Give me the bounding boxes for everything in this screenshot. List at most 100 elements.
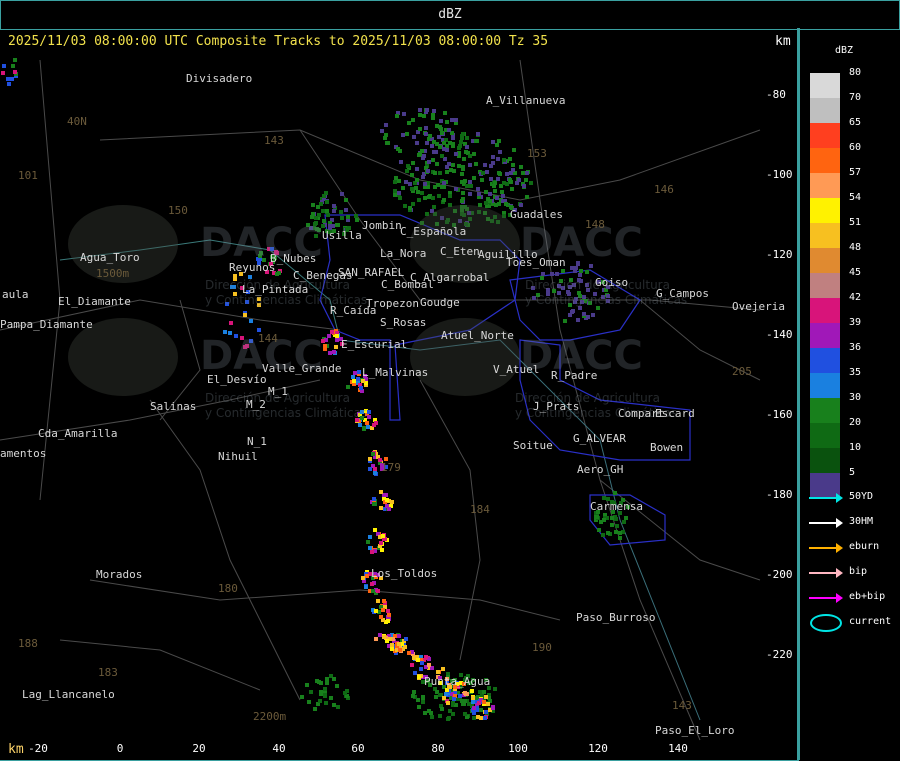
legend-track-arrow — [836, 518, 843, 528]
legend-track-arrow — [836, 493, 843, 503]
place-label: 205 — [732, 365, 752, 378]
place-label: Cda_Amarilla — [38, 427, 118, 440]
place-label: Salinas — [150, 400, 197, 413]
legend-track-label: eb+bip — [849, 591, 886, 602]
place-label: M_1 — [268, 385, 288, 398]
place-label: N_1 — [247, 435, 267, 448]
place-label: La_Nora — [380, 247, 427, 260]
place-label: La_Pintada — [242, 283, 309, 296]
legend-level-label: 57 — [849, 167, 862, 178]
place-label: 153 — [527, 147, 547, 160]
legend-level-label: 70 — [849, 92, 862, 103]
place-label: Guadales — [510, 208, 563, 221]
place-label: Reyunos — [229, 261, 276, 274]
place-label: Atuel_Norte — [441, 329, 514, 342]
place-label: L_Malvinas — [362, 366, 429, 379]
legend-level-label: 36 — [849, 342, 862, 353]
place-label: E_Escurial — [341, 338, 408, 351]
legend-track-label: eburn — [849, 541, 880, 552]
legend-swatch — [810, 273, 840, 298]
place-label: A_Villanueva — [486, 94, 566, 107]
place-label: Carmensa — [590, 500, 643, 513]
x-tick-label: 140 — [668, 742, 688, 755]
place-label: V_Atuel — [493, 363, 540, 376]
place-label: Agua_Toro — [80, 251, 140, 264]
legend-track-arrow — [836, 593, 843, 603]
legend-swatch — [810, 98, 840, 123]
legend-track-label: 30HM — [849, 516, 874, 527]
x-tick-label: 20 — [192, 742, 206, 755]
place-label: Los_Toldos — [371, 567, 438, 580]
place-label: Paso_Burroso — [576, 611, 656, 624]
legend-level-label: 80 — [849, 67, 862, 78]
place-label: Pampa_Diamante — [0, 318, 93, 331]
legend-swatch — [810, 398, 840, 423]
place-label: 143 — [264, 134, 284, 147]
legend-level-label: 60 — [849, 142, 862, 153]
place-label: 188 — [18, 637, 38, 650]
legend-level-label: 54 — [849, 192, 862, 203]
legend-swatch — [810, 123, 840, 148]
place-label: Valle_Grande — [262, 362, 342, 375]
y-axis-unit: km — [775, 34, 791, 49]
place-label: Paso_El_Loro — [655, 724, 735, 737]
place-label: Toes_Oman — [506, 256, 566, 269]
legend-swatch — [810, 173, 840, 198]
place-label: Lag_Llancanelo — [22, 688, 115, 701]
place-label: El_Diamante — [58, 295, 131, 308]
place-label: Ovejeria — [732, 300, 785, 313]
place-label: 144 — [258, 332, 278, 345]
x-tick-label: 80 — [431, 742, 445, 755]
place-label: Morados — [96, 568, 143, 581]
place-label: C_Bombal — [381, 278, 434, 291]
legend-level-label: 42 — [849, 292, 862, 303]
legend-title: dBZ — [835, 45, 854, 56]
legend-track-label: current — [849, 616, 892, 627]
place-label: 180 — [218, 582, 238, 595]
place-label: 101 — [18, 169, 38, 182]
place-label: Soitue — [513, 439, 553, 452]
legend-swatch — [810, 373, 840, 398]
place-label: Bowen — [650, 441, 684, 454]
legend-level-label: 39 — [849, 317, 862, 328]
y-tick-label: -220 — [766, 648, 793, 661]
place-label: Usilla — [322, 229, 362, 242]
place-label: 143 — [672, 699, 692, 712]
legend-swatch — [810, 448, 840, 473]
legend-current-marker — [810, 614, 842, 632]
place-label: B_Nubes — [270, 252, 317, 265]
x-tick-label: 40 — [272, 742, 286, 755]
place-label: C_Española — [400, 225, 467, 238]
place-label: 40N — [67, 115, 87, 128]
place-label: Nihuil — [218, 450, 258, 463]
window-title: dBZ — [438, 7, 462, 22]
place-label: aula — [2, 288, 29, 301]
legend-track-label: bip — [849, 566, 868, 577]
legend-swatch — [810, 223, 840, 248]
composite-header: 2025/11/03 08:00:00 UTC Composite Tracks… — [8, 34, 549, 49]
x-axis-unit: km — [8, 742, 24, 757]
place-label: R_Padre — [551, 369, 598, 382]
place-label: 190 — [532, 641, 552, 654]
place-label: G_Campos — [656, 287, 709, 300]
place-label: Divisadero — [186, 72, 253, 85]
place-label: G_ALVEAR — [573, 432, 626, 445]
legend-swatch — [810, 198, 840, 223]
y-tick-label: -160 — [766, 408, 793, 421]
place-label: J_Prats — [533, 400, 580, 413]
legend-swatch — [810, 298, 840, 323]
legend-swatch — [810, 423, 840, 448]
legend-swatch — [810, 248, 840, 273]
window-title-bar: dBZ — [0, 0, 900, 30]
place-label: 2200m — [253, 710, 287, 723]
place-label: 1500m — [96, 267, 130, 280]
place-label: C_Eten — [440, 245, 480, 258]
y-tick-label: -200 — [766, 568, 793, 581]
y-tick-label: -80 — [766, 88, 786, 101]
place-label: Escard — [655, 407, 695, 420]
place-label: S_Rosas — [380, 316, 427, 329]
place-label: Goudge — [420, 296, 460, 309]
place-label: Goiso — [595, 276, 629, 289]
place-label: Aero_GH — [577, 463, 624, 476]
dacc-watermark-sub: y Contingencias Climáticas — [205, 406, 368, 420]
